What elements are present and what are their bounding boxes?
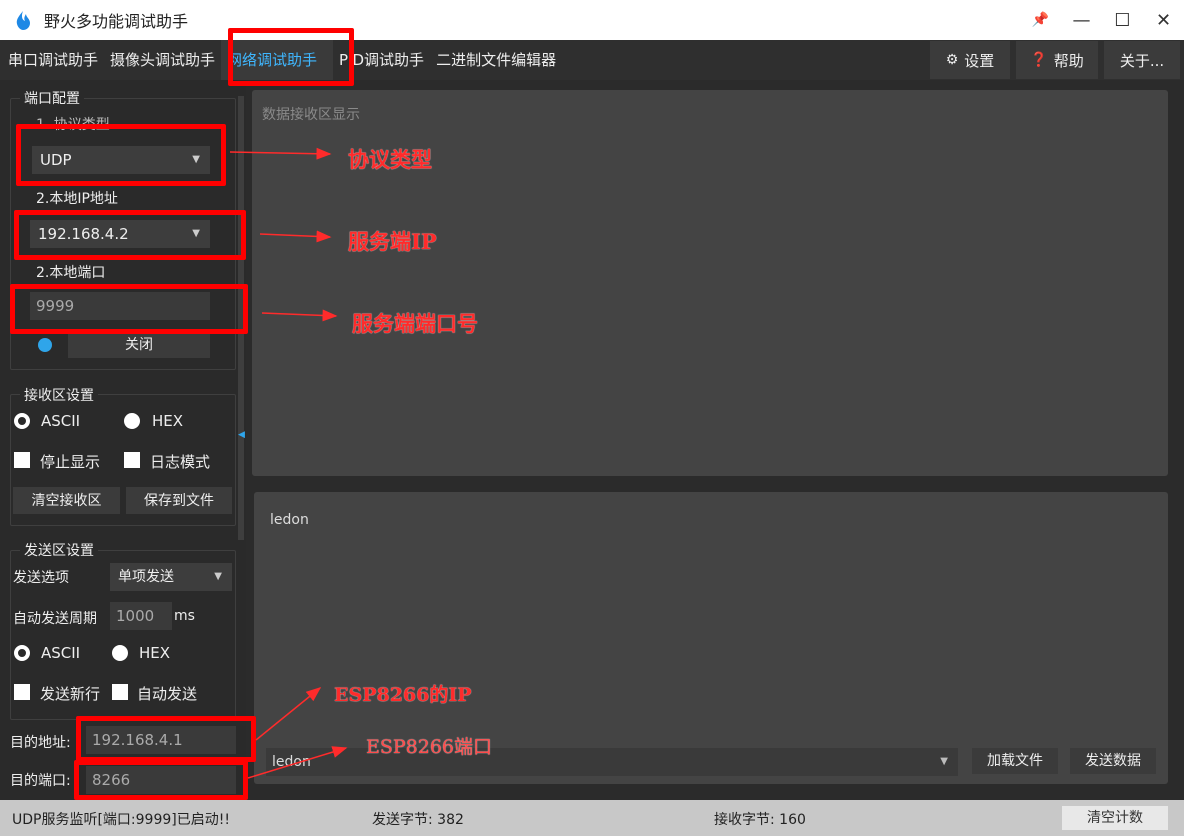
close-button[interactable]: ✕ [1143,0,1184,40]
chevron-down-icon: ▼ [940,756,948,767]
send-ascii-label: ASCII [41,644,81,662]
chevron-down-icon: ▼ [192,154,200,165]
status-indicator [38,338,52,352]
stop-display-label: 停止显示 [40,453,101,471]
window-title: 野火多功能调试助手 [44,12,189,31]
sent-bytes: 发送字节: 382 [372,812,464,828]
target-addr-label: 目的地址: [10,735,71,751]
settings-button[interactable]: ⚙ 设置 [930,41,1010,79]
send-hex-radio[interactable] [112,645,128,661]
clear-count-button[interactable]: 清空计数 [1062,806,1168,830]
recv-hex-radio[interactable] [124,413,140,429]
auto-period-label: 自动发送周期 [13,611,97,627]
pin-icon[interactable]: 📌 [1020,0,1061,40]
tab-pid[interactable]: PID调试助手 [333,40,430,80]
receive-placeholder: 数据接收区显示 [262,107,360,123]
title-bar: 野火多功能调试助手 📌 — ☐ ✕ [0,0,1184,40]
recv-bytes: 接收字节: 160 [714,812,806,828]
gear-icon: ⚙ [945,52,959,68]
target-port-input[interactable]: 8266 [86,766,236,794]
status-bar: UDP服务监听[端口:9999]已启动!! 发送字节: 382 接收字节: 16… [0,800,1184,836]
left-panel: 端口配置 1. 协议类型 UDP ▼ 2.本地IP地址 192.168.4.2 ▼ … [0,80,246,800]
help-button[interactable]: ❓ 帮助 [1016,41,1098,79]
recv-ascii-label: ASCII [41,412,81,430]
target-port-label: 目的端口: [10,773,71,789]
auto-send-checkbox[interactable] [112,684,128,700]
chevron-down-icon: ▼ [192,228,200,239]
save-to-file-button[interactable]: 保存到文件 [126,487,232,514]
port-config-title: 端口配置 [20,88,84,108]
protocol-select[interactable]: UDP ▼ [32,146,210,174]
recv-ascii-radio[interactable] [14,413,30,429]
log-mode-label: 日志模式 [150,453,211,471]
tab-binary-editor[interactable]: 二进制文件编辑器 [430,40,562,80]
status-message: UDP服务监听[端口:9999]已启动!! [12,812,230,828]
chevron-down-icon: ▼ [214,571,222,582]
send-newline-checkbox[interactable] [14,684,30,700]
send-settings-title: 发送区设置 [20,540,98,560]
annotation-esp-ip: ESP8266的IP [334,684,472,706]
auto-send-label: 自动发送 [137,685,198,703]
annotation-server-port: 服务端端口号 [352,311,478,336]
tab-camera[interactable]: 摄像头调试助手 [104,40,221,80]
annotation-server-ip: 服务端IP [348,229,437,254]
clear-recv-button[interactable]: 清空接收区 [13,487,120,514]
send-ascii-radio[interactable] [14,645,30,661]
tab-serial[interactable]: 串口调试助手 [0,40,104,80]
load-file-button[interactable]: 加载文件 [972,748,1058,774]
tab-network[interactable]: 网络调试助手 [221,40,334,80]
recv-settings-title: 接收区设置 [20,385,98,405]
local-ip-select[interactable]: 192.168.4.2 ▼ [30,220,210,248]
about-button[interactable]: 关于... [1104,41,1180,79]
local-port-label: 2.本地端口 [36,265,106,281]
local-port-input[interactable]: 9999 [30,292,210,320]
flame-icon [16,11,30,30]
stop-display-checkbox[interactable] [14,452,30,468]
minimize-button[interactable]: — [1061,0,1102,40]
local-ip-label: 2.本地IP地址 [36,191,118,207]
send-option-label: 发送选项 [13,570,69,586]
send-data-button[interactable]: 发送数据 [1070,748,1156,774]
send-option-select[interactable]: 单项发送 ▼ [110,563,232,591]
send-hex-label: HEX [139,644,171,662]
send-newline-label: 发送新行 [40,685,101,703]
send-text: ledon [270,512,309,528]
auto-period-unit: ms [174,608,195,624]
close-port-button[interactable]: 关闭 [68,332,210,358]
collapse-arrow-icon[interactable]: ◀ [238,430,245,440]
target-addr-input[interactable]: 192.168.4.1 [86,726,236,754]
protocol-label: 1. 协议类型 [36,117,110,133]
log-mode-checkbox[interactable] [124,452,140,468]
recv-hex-label: HEX [152,412,184,430]
question-icon: ❓ [1030,52,1048,68]
auto-period-input[interactable]: 1000 [110,602,172,630]
panel-splitter[interactable] [238,96,244,540]
annotation-esp-port: ESP8266端口 [366,736,493,758]
annotation-protocol: 协议类型 [348,147,432,172]
maximize-button[interactable]: ☐ [1102,0,1143,40]
